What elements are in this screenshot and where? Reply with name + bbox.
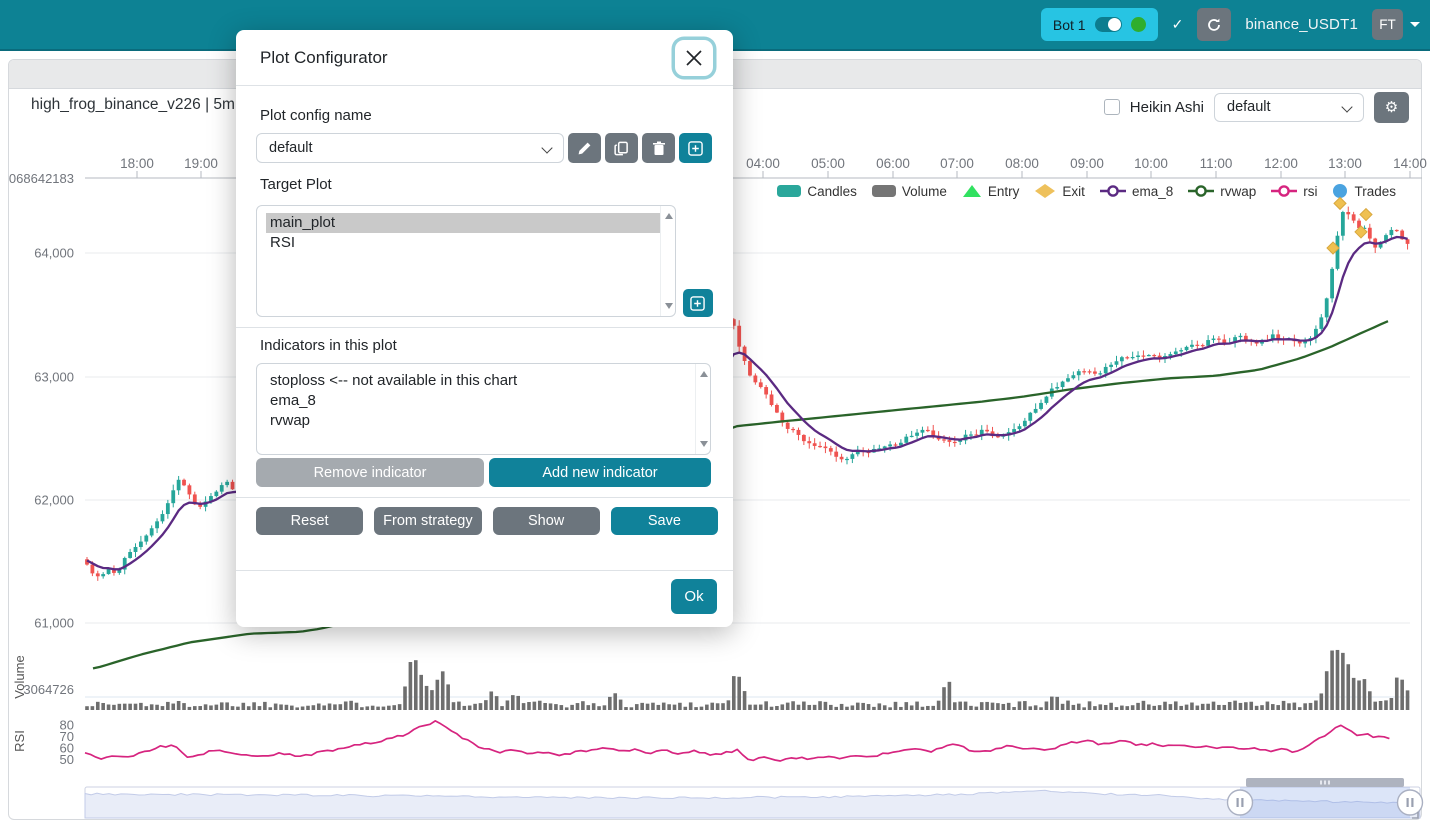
- config-name-select-value: default: [269, 140, 313, 156]
- scrollbar[interactable]: [660, 206, 675, 316]
- legend-marker: [1271, 184, 1297, 198]
- plus-square-icon: [690, 296, 705, 311]
- legend-label: rsi: [1303, 184, 1317, 199]
- config-name-select[interactable]: default: [256, 133, 564, 163]
- remove-indicator-button[interactable]: Remove indicator: [256, 458, 484, 487]
- legend-label: Trades: [1354, 184, 1396, 199]
- bot-enable-toggle[interactable]: [1095, 17, 1122, 32]
- plot-config-select-value: default: [1227, 99, 1271, 115]
- legend-marker: [1188, 184, 1214, 198]
- legend-label: ema_8: [1132, 184, 1173, 199]
- scroll-up-icon[interactable]: [700, 371, 708, 377]
- add-config-button[interactable]: [679, 133, 712, 163]
- legend-item-exit[interactable]: Exit: [1034, 183, 1085, 199]
- modal-title: Plot Configurator: [260, 48, 388, 68]
- bot-name-label: Bot 1: [1053, 17, 1086, 33]
- plot-configurator-modal: Plot Configurator Plot config name defau…: [236, 30, 733, 627]
- scrollbar[interactable]: [695, 364, 710, 454]
- legend-marker: [777, 184, 801, 198]
- legend-label: Exit: [1062, 184, 1085, 199]
- legend-item-trades[interactable]: Trades: [1332, 183, 1396, 199]
- from-strategy-button[interactable]: From strategy: [374, 507, 481, 535]
- legend-marker: [872, 184, 896, 198]
- delete-config-button[interactable]: [642, 133, 675, 163]
- legend-marker: [1332, 183, 1348, 199]
- chart-title: high_frog_binance_v226 | 5m: [31, 96, 235, 114]
- indicator-option[interactable]: rvwap: [270, 411, 692, 431]
- chevron-down-icon: [1410, 22, 1420, 27]
- legend-item-rsi[interactable]: rsi: [1271, 184, 1317, 199]
- legend-item-ema_8[interactable]: ema_8: [1100, 184, 1173, 199]
- legend-item-rvwap[interactable]: rvwap: [1188, 184, 1256, 199]
- legend-marker: [1100, 184, 1126, 198]
- target-plot-option[interactable]: RSI: [270, 233, 657, 253]
- legend-marker: [962, 184, 982, 198]
- close-icon: [685, 49, 703, 67]
- indicator-option[interactable]: stoploss <-- not available in this chart: [270, 371, 692, 391]
- check-icon: ✓: [1172, 16, 1184, 33]
- avatar: FT: [1372, 9, 1403, 40]
- legend-item-candles[interactable]: Candles: [777, 184, 857, 199]
- heikin-ashi-checkbox[interactable]: [1104, 99, 1120, 115]
- trash-icon: [652, 141, 666, 156]
- active-pair-label: binance_USDT1: [1245, 16, 1358, 33]
- plot-settings-button[interactable]: ⚙: [1374, 92, 1409, 123]
- copy-icon: [614, 141, 629, 156]
- legend-label: Volume: [902, 184, 947, 199]
- chart-legend: Candles Volume Entry Exit ema_8 rvwap rsi Trade…: [777, 183, 1396, 199]
- scroll-down-icon[interactable]: [700, 441, 708, 447]
- legend-item-volume[interactable]: Volume: [872, 184, 947, 199]
- gear-icon: ⚙: [1385, 98, 1398, 116]
- refresh-button[interactable]: [1197, 8, 1231, 41]
- add-target-plot-button[interactable]: [683, 289, 713, 317]
- chevron-down-icon: [1341, 101, 1352, 112]
- legend-label: Candles: [807, 184, 857, 199]
- edit-config-button[interactable]: [568, 133, 601, 163]
- indicator-option[interactable]: ema_8: [270, 391, 692, 411]
- chevron-down-icon: [541, 142, 552, 153]
- bot-online-indicator: [1131, 17, 1146, 32]
- modal-close-button[interactable]: [675, 40, 713, 76]
- target-plot-label: Target Plot: [260, 176, 713, 193]
- user-menu[interactable]: FT: [1372, 9, 1420, 40]
- bot-selector-badge[interactable]: Bot 1: [1041, 8, 1158, 41]
- show-button[interactable]: Show: [493, 507, 600, 535]
- config-name-label: Plot config name: [260, 107, 713, 124]
- scroll-up-icon[interactable]: [665, 213, 673, 219]
- heikin-ashi-label: Heikin Ashi: [1130, 99, 1204, 116]
- indicators-label: Indicators in this plot: [260, 337, 713, 354]
- pencil-icon: [577, 141, 592, 156]
- legend-label: Entry: [988, 184, 1020, 199]
- scroll-down-icon[interactable]: [665, 303, 673, 309]
- plus-square-icon: [688, 141, 703, 156]
- ok-button[interactable]: Ok: [671, 579, 717, 614]
- indicators-listbox[interactable]: stoploss <-- not available in this chart…: [256, 363, 711, 455]
- legend-item-entry[interactable]: Entry: [962, 184, 1020, 199]
- target-plot-option[interactable]: main_plot: [266, 213, 661, 233]
- save-button[interactable]: Save: [611, 507, 718, 535]
- duplicate-config-button[interactable]: [605, 133, 638, 163]
- plot-config-select[interactable]: default: [1214, 93, 1364, 122]
- add-new-indicator-button[interactable]: Add new indicator: [489, 458, 711, 487]
- target-plot-listbox[interactable]: main_plotRSI: [256, 205, 676, 317]
- legend-label: rvwap: [1220, 184, 1256, 199]
- legend-marker: [1034, 183, 1056, 199]
- refresh-icon: [1206, 17, 1222, 33]
- reset-button[interactable]: Reset: [256, 507, 363, 535]
